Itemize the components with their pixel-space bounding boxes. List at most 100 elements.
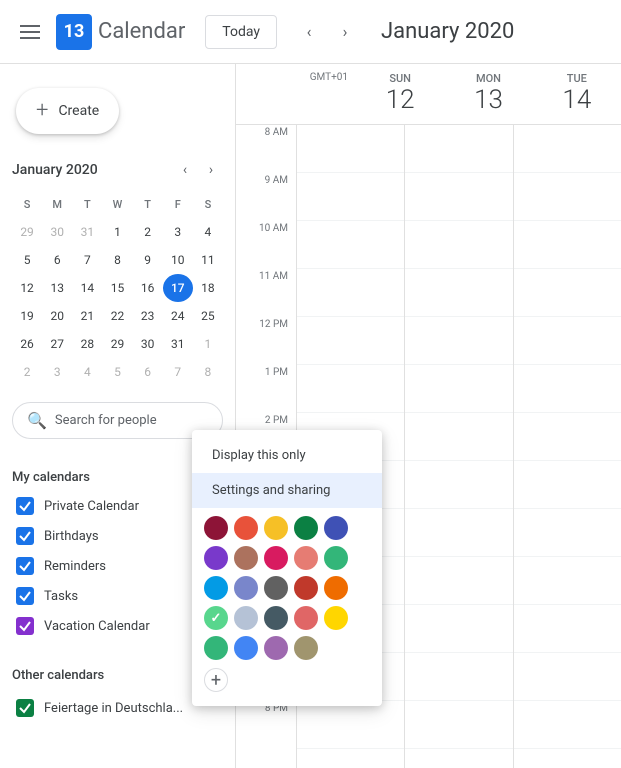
mini-cal-next[interactable]: ›	[199, 158, 223, 182]
calendar-checkbox[interactable]	[16, 497, 34, 515]
calendar-checkbox[interactable]	[16, 557, 34, 575]
color-swatch[interactable]	[204, 516, 228, 540]
color-swatch[interactable]	[204, 576, 228, 600]
calendar-checkbox[interactable]	[16, 527, 34, 545]
mini-cal-day-header: M	[42, 190, 72, 218]
mini-cal-day[interactable]: 31	[72, 218, 102, 246]
mini-cal-day[interactable]: 18	[193, 274, 223, 302]
color-swatch[interactable]	[294, 606, 318, 630]
mini-cal-day[interactable]: 7	[72, 246, 102, 274]
mini-cal-day[interactable]: 1	[102, 218, 132, 246]
color-swatch[interactable]	[204, 606, 228, 630]
mini-cal-day-header: T	[133, 190, 163, 218]
day-headers: GMT+01 SUN 12 MON 13 TUE 14	[236, 64, 621, 125]
color-swatch[interactable]	[234, 576, 258, 600]
mini-cal-day[interactable]: 8	[102, 246, 132, 274]
color-swatch[interactable]	[324, 516, 348, 540]
hour-line	[405, 269, 512, 317]
mini-cal-day[interactable]: 6	[133, 358, 163, 386]
mini-cal-day[interactable]: 16	[133, 274, 163, 302]
color-swatch[interactable]	[324, 546, 348, 570]
mini-cal-day[interactable]: 2	[12, 358, 42, 386]
mini-cal-day[interactable]: 24	[163, 302, 193, 330]
time-label: 10 AM	[236, 221, 296, 269]
color-swatch[interactable]	[264, 546, 288, 570]
context-menu-settings-sharing[interactable]: Settings and sharing	[192, 473, 382, 508]
mini-cal-day[interactable]: 10	[163, 246, 193, 274]
mini-cal-day[interactable]: 30	[42, 218, 72, 246]
mini-cal-day[interactable]: 13	[42, 274, 72, 302]
context-menu-display-only[interactable]: Display this only	[192, 438, 382, 473]
mini-cal-day[interactable]: 9	[133, 246, 163, 274]
mini-cal-day[interactable]: 4	[193, 218, 223, 246]
calendar-checkbox[interactable]	[16, 699, 34, 717]
color-swatch[interactable]	[264, 606, 288, 630]
mini-cal-day[interactable]: 15	[102, 274, 132, 302]
hour-line	[514, 557, 621, 605]
color-swatch[interactable]	[294, 546, 318, 570]
color-swatch[interactable]	[204, 636, 228, 660]
calendar-checkbox[interactable]	[16, 617, 34, 635]
color-swatch[interactable]	[234, 546, 258, 570]
color-swatch[interactable]	[234, 606, 258, 630]
color-swatch[interactable]	[234, 636, 258, 660]
next-arrow[interactable]: ›	[329, 16, 361, 48]
mini-cal-day[interactable]: 28	[72, 330, 102, 358]
header-title: January 2020	[381, 19, 514, 44]
color-swatch[interactable]	[264, 516, 288, 540]
calendar-item-label: Vacation Calendar	[44, 619, 150, 634]
color-swatch[interactable]	[204, 546, 228, 570]
mini-cal-day[interactable]: 7	[163, 358, 193, 386]
day-name-tue: TUE	[533, 72, 621, 85]
color-swatch[interactable]	[294, 576, 318, 600]
mini-cal-day[interactable]: 29	[12, 218, 42, 246]
mini-cal-day[interactable]: 31	[163, 330, 193, 358]
mini-cal-day[interactable]: 12	[12, 274, 42, 302]
mini-cal-day[interactable]: 2	[133, 218, 163, 246]
mini-cal-prev[interactable]: ‹	[173, 158, 197, 182]
add-custom-color-button[interactable]: +	[204, 668, 228, 692]
hour-line	[514, 653, 621, 701]
create-button[interactable]: + Create	[16, 88, 119, 134]
mini-cal-day[interactable]: 5	[102, 358, 132, 386]
mini-cal-day[interactable]: 27	[42, 330, 72, 358]
color-swatch[interactable]	[264, 576, 288, 600]
mini-cal-day[interactable]: 6	[42, 246, 72, 274]
mini-cal-day[interactable]: 21	[72, 302, 102, 330]
color-swatch[interactable]	[294, 516, 318, 540]
mini-cal-day[interactable]: 29	[102, 330, 132, 358]
today-button[interactable]: Today	[205, 15, 277, 49]
mini-cal-day[interactable]: 20	[42, 302, 72, 330]
color-swatch[interactable]	[324, 606, 348, 630]
day-name-mon: MON	[444, 72, 532, 85]
day-name-sun: SUN	[356, 72, 444, 85]
mini-cal-day[interactable]: 11	[193, 246, 223, 274]
mini-cal-day[interactable]: 1	[193, 330, 223, 358]
color-swatch[interactable]	[264, 636, 288, 660]
mini-cal-day-header: S	[193, 190, 223, 218]
hour-line	[297, 173, 404, 221]
mini-cal-day[interactable]: 17	[163, 274, 193, 302]
time-label: 11 AM	[236, 269, 296, 317]
color-swatch[interactable]	[324, 576, 348, 600]
mini-cal-day[interactable]: 8	[193, 358, 223, 386]
mini-cal-day[interactable]: 23	[133, 302, 163, 330]
day-col-tue	[513, 125, 621, 768]
mini-cal-day[interactable]: 5	[12, 246, 42, 274]
mini-cal-day[interactable]: 22	[102, 302, 132, 330]
hour-line	[514, 365, 621, 413]
mini-cal-day[interactable]: 30	[133, 330, 163, 358]
calendar-checkbox[interactable]	[16, 587, 34, 605]
prev-arrow[interactable]: ‹	[293, 16, 325, 48]
color-swatch[interactable]	[234, 516, 258, 540]
mini-cal-day[interactable]: 3	[42, 358, 72, 386]
color-swatch[interactable]	[294, 636, 318, 660]
mini-cal-day[interactable]: 4	[72, 358, 102, 386]
mini-cal-day[interactable]: 25	[193, 302, 223, 330]
mini-cal-day[interactable]: 14	[72, 274, 102, 302]
mini-cal-day[interactable]: 3	[163, 218, 193, 246]
mini-cal-day-header: T	[72, 190, 102, 218]
mini-cal-day[interactable]: 26	[12, 330, 42, 358]
hamburger-menu[interactable]	[12, 17, 48, 47]
mini-cal-day[interactable]: 19	[12, 302, 42, 330]
